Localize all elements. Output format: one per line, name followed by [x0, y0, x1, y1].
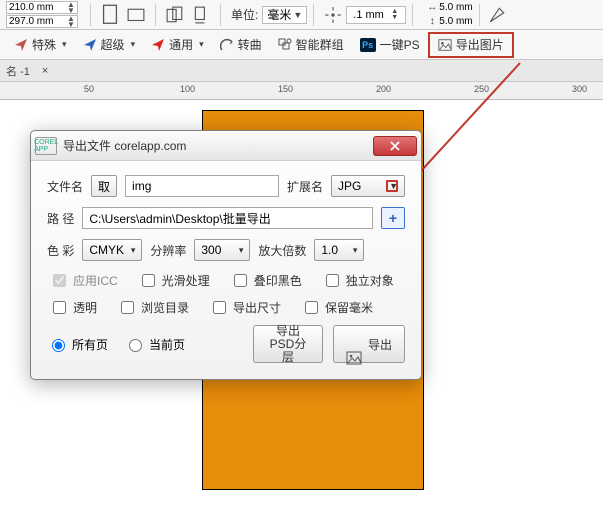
image-icon — [346, 337, 362, 351]
height-spinner[interactable]: ▲▼ — [65, 16, 77, 28]
export-psd-button[interactable]: 导出 PSD分层 — [253, 325, 323, 363]
res-value: 300 — [201, 243, 221, 257]
landscape-icon[interactable] — [127, 6, 145, 24]
nudge-input[interactable] — [351, 8, 389, 22]
page-width-input[interactable] — [7, 2, 57, 13]
corelapp-logo: COREL APP — [35, 137, 57, 155]
chk-keepmm[interactable]: 保留毫米 — [301, 298, 373, 317]
curve-icon — [220, 38, 234, 52]
zoom-label: 放大倍数 — [258, 242, 306, 259]
all-pages-icon[interactable] — [166, 6, 184, 24]
oneclick-ps-button[interactable]: Ps 一键PS — [352, 32, 428, 58]
export-label: 导出图片 — [456, 36, 504, 53]
ps-icon: Ps — [360, 38, 376, 52]
color-label: 色 彩 — [47, 242, 74, 259]
radio-current-page[interactable]: 当前页 — [124, 336, 185, 353]
smartgroup-button[interactable]: 智能群组 — [270, 32, 352, 58]
units-select[interactable]: 毫米 ▼ — [262, 6, 307, 24]
tocurve-label: 转曲 — [238, 36, 262, 53]
page-dim-inputs: ▲▼ ▲▼ — [6, 1, 78, 28]
ext-select[interactable]: JPG ▼ — [331, 175, 405, 197]
send-icon — [83, 38, 97, 52]
zoom-value: 1.0 — [321, 243, 338, 257]
send-icon — [14, 38, 28, 52]
ext-label: 扩展名 — [287, 178, 323, 195]
dialog-titlebar[interactable]: COREL APP 导出文件 corelapp.com — [31, 131, 421, 161]
dup-y-icon: ↕ — [425, 16, 439, 27]
nudge-field[interactable]: ▲▼ — [346, 6, 406, 24]
doc-dims-toolbar: ▲▼ ▲▼ 单位: 毫米 ▼ ▲▼ ↔ 5.0 mm ↕ — [0, 0, 603, 30]
chk-icc: 应用ICC — [49, 271, 118, 290]
chk-smooth[interactable]: 光滑处理 — [138, 271, 210, 290]
chk-browse[interactable]: 浏览目录 — [117, 298, 189, 317]
units-label: 单位: — [231, 6, 258, 23]
width-spinner[interactable]: ▲▼ — [65, 2, 77, 14]
export-image-button[interactable]: 导出图片 — [428, 32, 514, 58]
page-width-field[interactable]: ▲▼ — [6, 1, 78, 14]
filename-field[interactable] — [125, 175, 279, 197]
common-label: 通用 — [169, 36, 193, 53]
send-icon — [151, 38, 165, 52]
ext-value: JPG — [338, 179, 361, 193]
chk-exportsize[interactable]: 导出尺寸 — [209, 298, 281, 317]
units-value: 毫米 — [267, 6, 291, 23]
export-button[interactable]: 导出 — [333, 325, 405, 363]
path-label: 路 径 — [47, 210, 74, 227]
chk-overprint[interactable]: 叠印黑色 — [230, 271, 302, 290]
export-dialog: COREL APP 导出文件 corelapp.com 文件名 取 扩展名 JP… — [30, 130, 422, 380]
doc-tab-bar: 名 -1 × — [0, 60, 603, 82]
filename-input[interactable] — [130, 178, 274, 194]
common-button[interactable]: 通用 ▾ — [143, 32, 212, 58]
chk-transparent[interactable]: 透明 — [49, 298, 97, 317]
zoom-select[interactable]: 1.0 ▾ — [314, 239, 364, 261]
oneclick-label: 一键PS — [380, 36, 420, 53]
edge-tool-icon[interactable] — [488, 6, 506, 24]
smartgroup-label: 智能群组 — [296, 36, 344, 53]
dup-x-icon: ↔ — [425, 2, 439, 13]
dup-y-value: 5.0 mm — [439, 16, 472, 27]
res-select[interactable]: 300 ▾ — [194, 239, 250, 261]
dup-y-row[interactable]: ↕ 5.0 mm — [425, 15, 472, 28]
portrait-icon[interactable] — [101, 6, 119, 24]
super-label: 超级 — [101, 36, 125, 53]
path-input[interactable] — [87, 210, 368, 226]
plugin-toolbar: 特殊 ▾ 超级 ▾ 通用 ▾ 转曲 智能群组 Ps 一键PS 导出图片 — [0, 30, 603, 60]
nudge-icon — [324, 6, 342, 24]
color-select[interactable]: CMYK ▾ — [82, 239, 142, 261]
filename-label: 文件名 — [47, 178, 83, 195]
add-path-button[interactable]: + — [381, 207, 405, 229]
page-height-input[interactable] — [7, 16, 57, 27]
color-value: CMYK — [89, 243, 124, 257]
doc-tab-label[interactable]: 名 -1 — [2, 63, 34, 79]
image-icon — [438, 38, 452, 52]
single-page-icon[interactable] — [192, 6, 210, 24]
group-icon — [278, 38, 292, 52]
tocurve-button[interactable]: 转曲 — [212, 32, 270, 58]
close-icon[interactable]: × — [38, 65, 52, 77]
get-name-button[interactable]: 取 — [91, 175, 117, 197]
close-button[interactable] — [373, 136, 417, 156]
dup-x-value: 5.0 mm — [439, 2, 472, 13]
dialog-title: 导出文件 corelapp.com — [63, 137, 186, 154]
path-field[interactable] — [82, 207, 373, 229]
special-label: 特殊 — [32, 36, 56, 53]
dup-x-row[interactable]: ↔ 5.0 mm — [425, 1, 472, 14]
page-height-field[interactable]: ▲▼ — [6, 15, 78, 28]
duplicate-offset: ↔ 5.0 mm ↕ 5.0 mm — [425, 1, 472, 28]
ruler-horizontal: 50 100 150 200 250 300 — [0, 82, 603, 100]
chk-separate[interactable]: 独立对象 — [322, 271, 394, 290]
special-button[interactable]: 特殊 ▾ — [6, 32, 75, 58]
radio-all-pages[interactable]: 所有页 — [47, 336, 108, 353]
res-label: 分辨率 — [150, 242, 186, 259]
super-button[interactable]: 超级 ▾ — [75, 32, 144, 58]
